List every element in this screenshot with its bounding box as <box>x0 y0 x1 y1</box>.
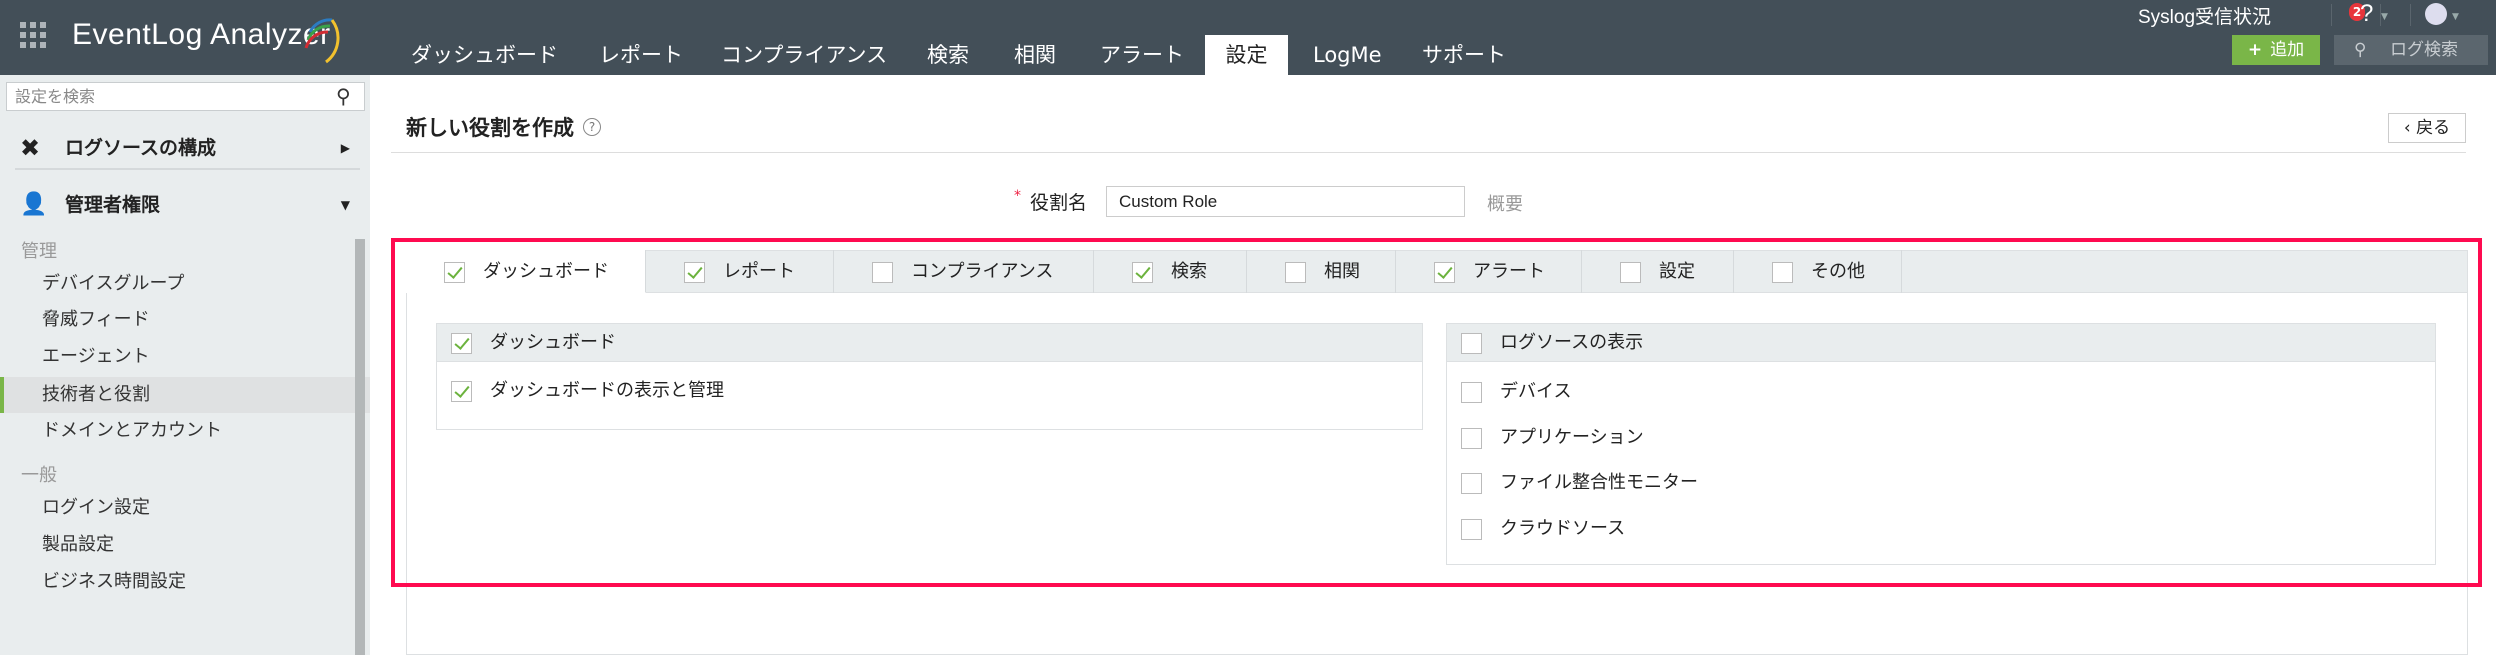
sidebar-item-device-groups[interactable]: デバイスグループ <box>0 266 370 302</box>
page-title: 新しい役割を作成 <box>406 116 574 140</box>
nav-alerts[interactable]: アラート <box>1100 35 1184 75</box>
log-search-label: ログ検索 <box>2390 40 2458 60</box>
nav-correlation[interactable]: 相関 <box>1014 35 1056 75</box>
logo-arc-icon <box>304 18 340 64</box>
sidebar-item-agents[interactable]: エージェント <box>0 339 370 375</box>
group-label-admin: 管理 <box>21 241 57 262</box>
role-name-label: 役割名 <box>1030 192 1088 214</box>
sidebar-item-technicians-roles[interactable]: 技術者と役割 <box>0 377 370 413</box>
role-name-input[interactable]: Custom Role <box>1106 186 1465 217</box>
chevron-down-icon: ▼ <box>340 198 350 212</box>
highlight-box <box>391 238 2482 587</box>
help-icon[interactable]: ? <box>583 118 601 136</box>
sidebar-item-domains-accounts[interactable]: ドメインとアカウント <box>0 413 370 449</box>
nav-search[interactable]: 検索 <box>927 35 969 75</box>
section-log-source-config[interactable]: ✖ ログソースの構成 ▶ <box>20 133 350 163</box>
divider <box>2331 4 2332 26</box>
settings-search-input[interactable]: 設定を検索 <box>6 82 365 111</box>
syslog-status-link[interactable]: Syslog受信状況 <box>2138 2 2271 29</box>
nav-support[interactable]: サポート <box>1422 35 1506 75</box>
avatar-icon[interactable] <box>2425 3 2447 25</box>
nav-reports[interactable]: レポート <box>599 35 683 75</box>
nav-compliance[interactable]: コンプライアンス <box>721 35 887 75</box>
user-gear-icon: 👤 <box>20 192 48 217</box>
add-label: 追加 <box>2270 40 2305 60</box>
section-label: 管理者権限 <box>65 194 161 216</box>
top-header: EventLog Analyzer ダッシュボード レポート コンプライアンス … <box>0 0 2496 75</box>
tools-icon: ✖ <box>20 134 41 162</box>
plus-icon: + <box>2247 40 2263 60</box>
app-grid-icon[interactable] <box>20 22 46 48</box>
description-link[interactable]: 概要 <box>1487 190 1523 216</box>
settings-sidebar: 設定を検索 ⚲ ✖ ログソースの構成 ▶ 👤 管理者権限 ▼ 管理 デバイスグル… <box>0 75 370 655</box>
app-logo[interactable]: EventLog Analyzer <box>72 18 331 52</box>
search-icon[interactable]: ⚲ <box>336 84 351 108</box>
log-search-button[interactable]: ⚲ ログ検索 <box>2334 35 2488 65</box>
add-button[interactable]: + 追加 <box>2232 35 2320 65</box>
chevron-down-icon: ▼ <box>2381 12 2388 22</box>
back-button[interactable]: ‹ 戻る <box>2388 113 2466 143</box>
back-label: 戻る <box>2416 118 2451 138</box>
divider <box>15 168 360 170</box>
divider <box>391 152 2466 153</box>
sidebar-scrollbar[interactable] <box>355 239 365 655</box>
section-label: ログソースの構成 <box>65 137 217 159</box>
help-icon[interactable]: ? <box>2360 0 2373 28</box>
chevron-right-icon: ▶ <box>340 141 350 155</box>
chevron-left-icon: ‹ <box>2403 118 2417 138</box>
group-label-general: 一般 <box>21 465 57 486</box>
sidebar-item-business-hours[interactable]: ビジネス時間設定 <box>0 564 370 600</box>
chevron-down-icon: ▼ <box>2452 12 2459 22</box>
sidebar-item-threat-feeds[interactable]: 脅威フィード <box>0 302 370 338</box>
nav-logme[interactable]: LogMe <box>1313 35 1382 75</box>
sidebar-item-login-settings[interactable]: ログイン設定 <box>0 490 370 526</box>
nav-dashboard[interactable]: ダッシュボード <box>411 35 558 75</box>
nav-settings[interactable]: 設定 <box>1205 35 1288 75</box>
required-mark: * <box>1014 188 1021 204</box>
search-icon: ⚲ <box>2354 40 2367 60</box>
section-admin-rights[interactable]: 👤 管理者権限 ▼ <box>20 190 350 220</box>
divider <box>2410 4 2411 26</box>
sidebar-item-product-settings[interactable]: 製品設定 <box>0 527 370 563</box>
